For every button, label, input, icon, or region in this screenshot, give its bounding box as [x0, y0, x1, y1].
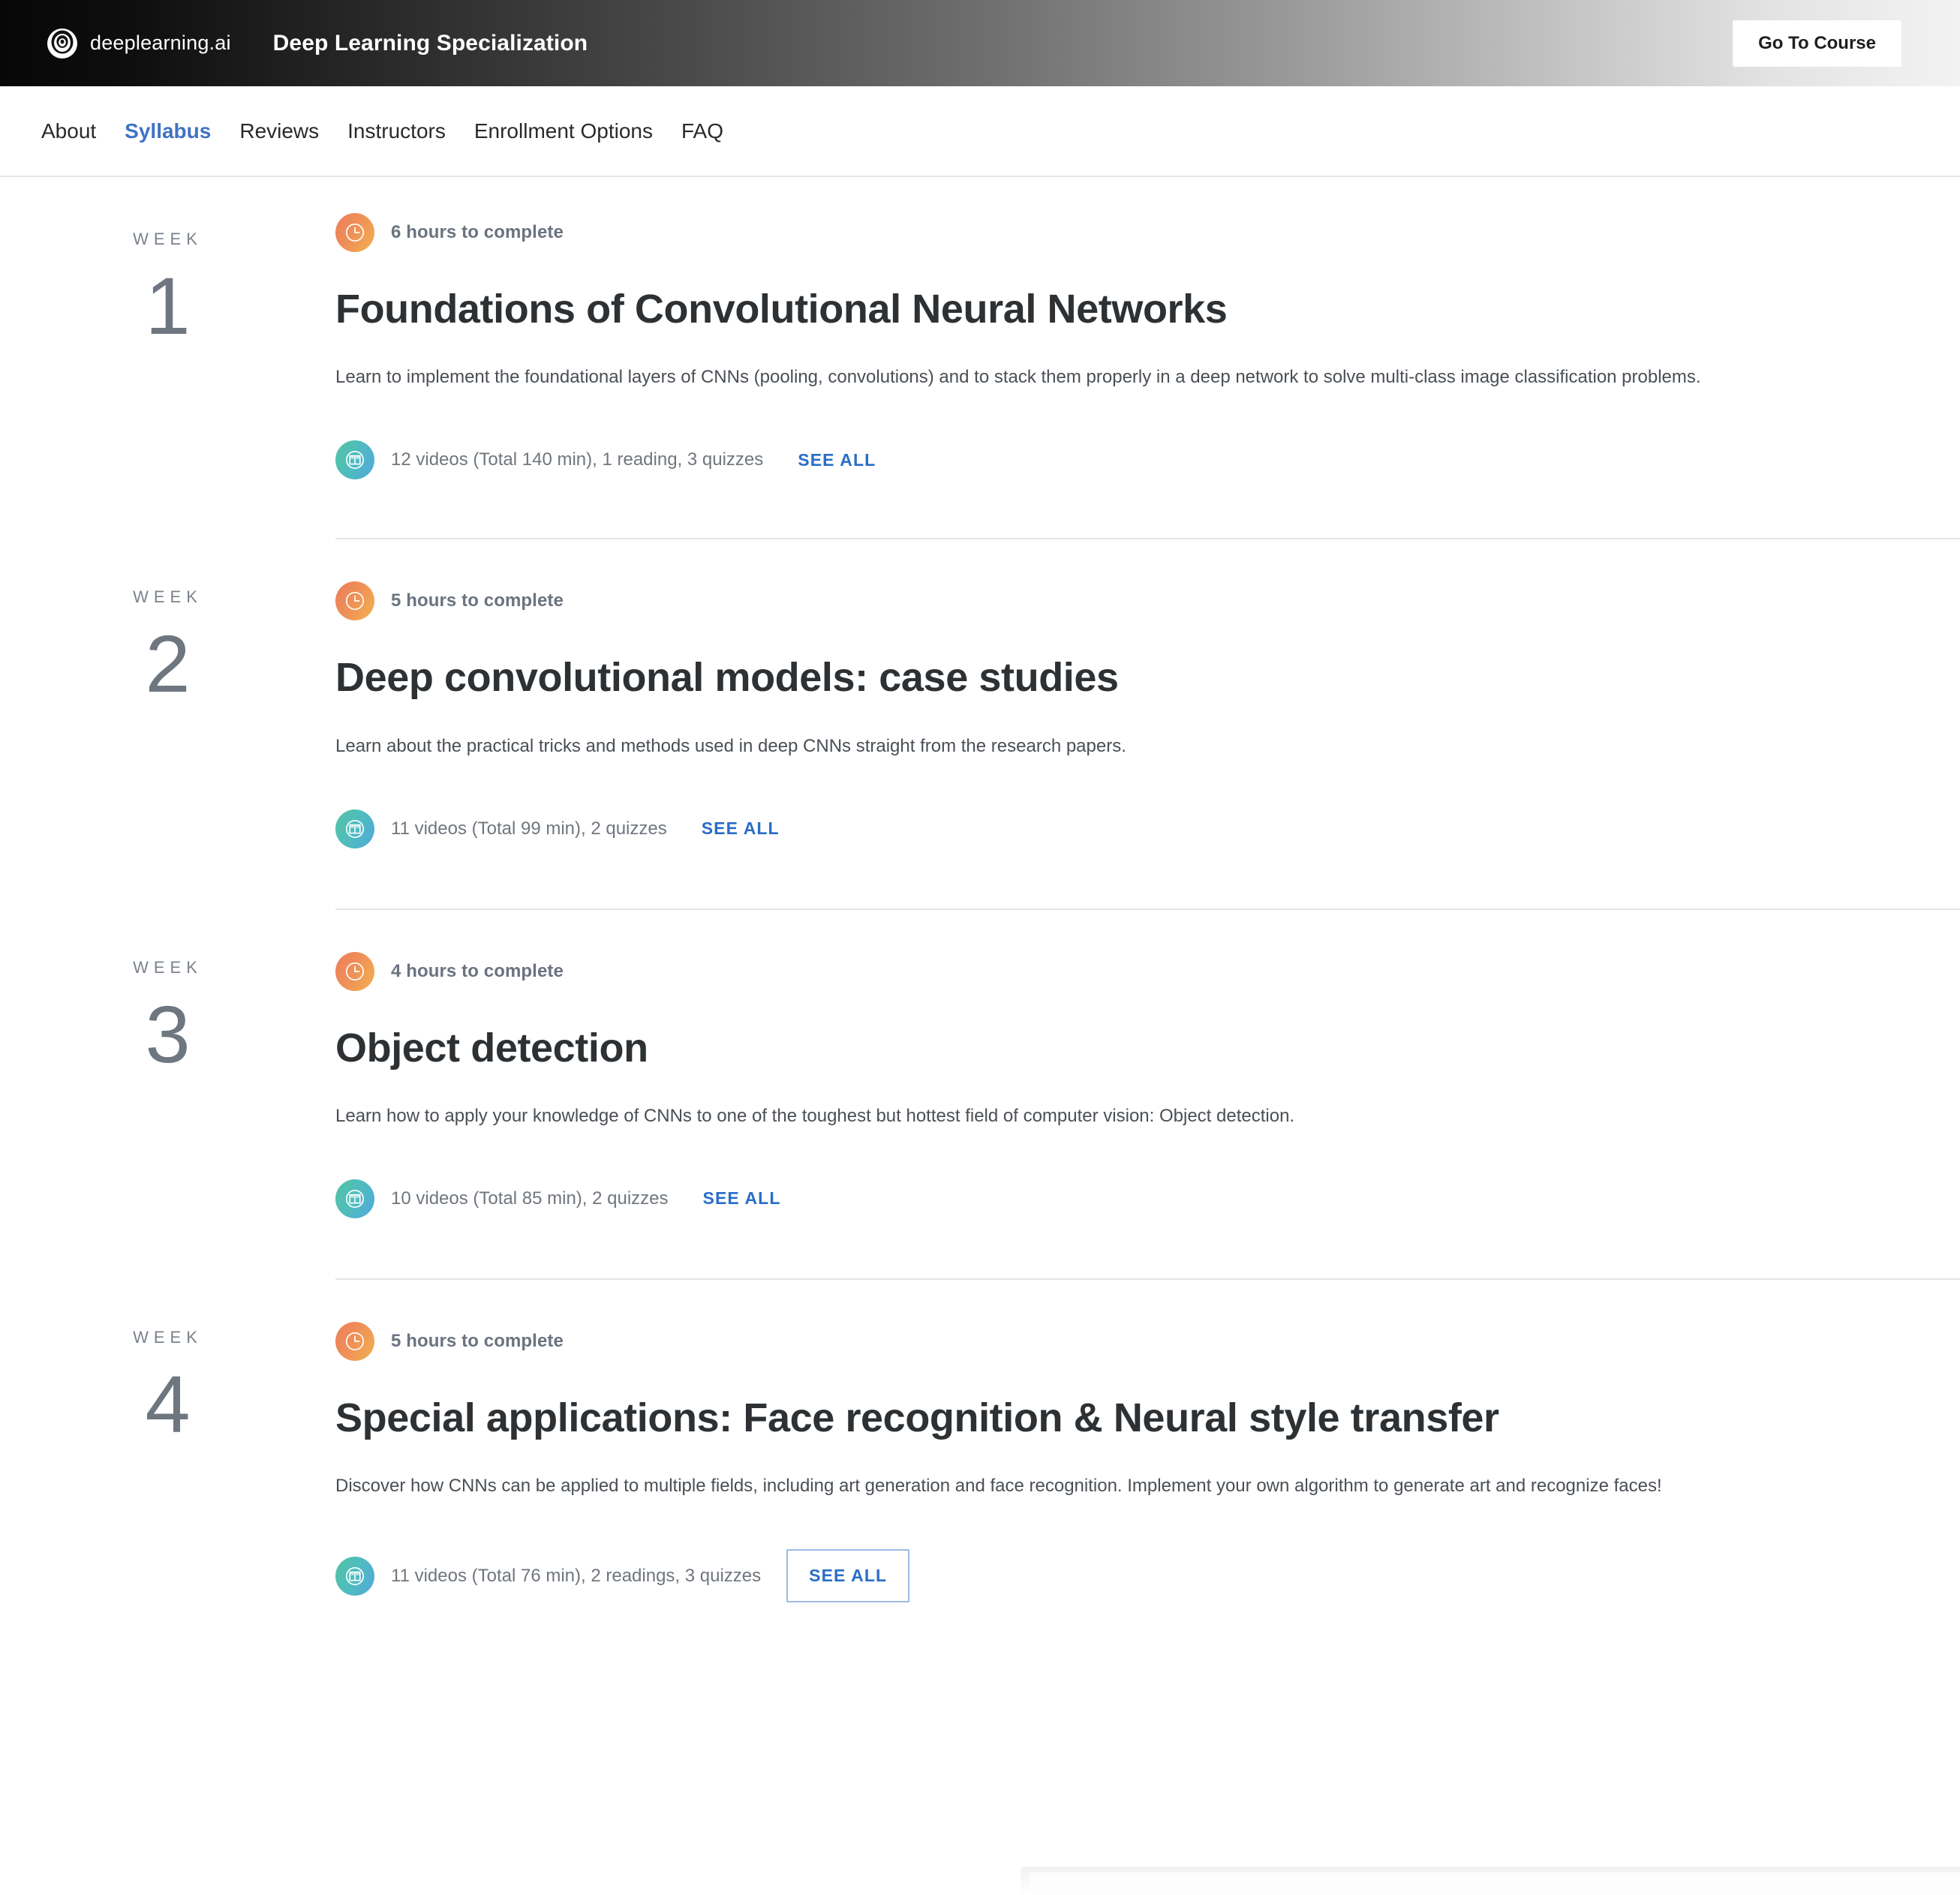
see-all-button[interactable]: SEE ALL — [798, 450, 876, 470]
week-number: 3 — [145, 988, 191, 1080]
week-duration-text: 5 hours to complete — [391, 1330, 564, 1351]
book-icon — [335, 809, 374, 848]
week-title: Foundations of Convolutional Neural Netw… — [335, 287, 1228, 332]
week-description: Learn about the practical tricks and met… — [335, 735, 1126, 756]
week-content-row: 10 videos (Total 85 min), 2 quizzes SEE A… — [335, 1179, 1901, 1218]
week-content-row: 11 videos (Total 76 min), 2 readings, 3 … — [335, 1549, 1901, 1603]
week-marker: WEEK 3 — [0, 908, 335, 1278]
book-icon — [335, 1556, 374, 1596]
brand-name: deeplearning.ai — [90, 32, 231, 54]
week-content-summary: 10 videos (Total 85 min), 2 quizzes — [391, 1188, 669, 1209]
nav-item-syllabus[interactable]: Syllabus — [110, 119, 225, 143]
week-content-summary: 11 videos (Total 76 min), 2 readings, 3 … — [391, 1565, 762, 1586]
week-duration-text: 6 hours to complete — [391, 222, 564, 242]
nav-item-about[interactable]: About — [27, 119, 110, 143]
week-content-row: 12 videos (Total 140 min), 1 reading, 3 … — [335, 440, 1901, 480]
week-title: Object detection — [335, 1025, 648, 1071]
week-section: WEEK 2 5 hours to complete Deep convolution… — [0, 538, 1960, 908]
week-duration-row: 5 hours to complete — [335, 581, 1901, 621]
deeplearning-ai-logo-icon — [47, 28, 78, 59]
week-description: Discover how CNNs can be applied to mult… — [335, 1476, 1662, 1497]
week-content: 4 hours to complete Object detection Learn… — [335, 908, 1960, 1278]
brand-lockup: deeplearning.ai — [47, 28, 231, 59]
page-bottom-edge — [1021, 1866, 1960, 1895]
page-title: Deep Learning Specialization — [272, 30, 588, 56]
week-marker: WEEK 4 — [0, 1278, 335, 1662]
week-content-row: 11 videos (Total 99 min), 2 quizzes SEE A… — [335, 809, 1901, 848]
week-content-summary: 11 videos (Total 99 min), 2 quizzes — [391, 818, 667, 839]
week-section: WEEK 4 5 hours to complete Special applicat… — [0, 1278, 1960, 1662]
week-label: WEEK — [133, 587, 203, 607]
clock-icon — [335, 951, 374, 991]
week-content: 5 hours to complete Special applications:… — [335, 1278, 1960, 1662]
see-all-button[interactable]: SEE ALL — [702, 818, 780, 839]
week-content-inner: 5 hours to complete Deep convolutional mo… — [335, 539, 1901, 908]
go-to-course-button[interactable]: Go To Course — [1733, 20, 1901, 67]
week-content-inner: 5 hours to complete Special applications:… — [335, 1280, 1901, 1662]
course-banner: deeplearning.ai Deep Learning Specializa… — [0, 0, 1960, 86]
week-content: 6 hours to complete Foundations of Convol… — [335, 177, 1960, 538]
see-all-button[interactable]: SEE ALL — [703, 1188, 781, 1209]
nav-item-enrollment-options[interactable]: Enrollment Options — [460, 119, 667, 143]
week-duration-text: 4 hours to complete — [391, 960, 564, 981]
clock-icon — [335, 1321, 374, 1361]
week-label: WEEK — [133, 957, 203, 977]
week-number: 1 — [145, 260, 191, 351]
clock-icon — [335, 581, 374, 621]
week-section: WEEK 1 6 hours to complete Foundations of C… — [0, 177, 1960, 538]
week-label: WEEK — [133, 1327, 203, 1347]
week-duration-row: 4 hours to complete — [335, 951, 1901, 991]
week-number: 4 — [145, 1358, 191, 1449]
week-content: 5 hours to complete Deep convolutional mo… — [335, 538, 1960, 908]
syllabus-list: WEEK 1 6 hours to complete Foundations of C… — [0, 177, 1960, 1663]
week-description: Learn to implement the foundational laye… — [335, 367, 1701, 388]
week-title: Deep convolutional models: case studies — [335, 655, 1119, 701]
book-icon — [335, 440, 374, 480]
week-label: WEEK — [133, 230, 203, 248]
week-description: Learn how to apply your knowledge of CNN… — [335, 1106, 1295, 1126]
week-marker: WEEK 1 — [0, 177, 335, 538]
nav-item-reviews[interactable]: Reviews — [225, 119, 333, 143]
nav-item-faq[interactable]: FAQ — [667, 119, 738, 143]
nav-item-instructors[interactable]: Instructors — [333, 119, 460, 143]
week-content-summary: 12 videos (Total 140 min), 1 reading, 3 … — [391, 449, 764, 470]
week-duration-row: 6 hours to complete — [335, 213, 1901, 252]
week-number: 2 — [145, 618, 191, 710]
week-content-inner: 4 hours to complete Object detection Learn… — [335, 910, 1901, 1278]
week-marker: WEEK 2 — [0, 538, 335, 908]
page-bottom-surface — [1030, 1872, 1960, 1895]
see-all-button[interactable]: SEE ALL — [786, 1549, 910, 1603]
week-title: Special applications: Face recognition &… — [335, 1395, 1499, 1440]
clock-icon — [335, 213, 374, 252]
week-duration-text: 5 hours to complete — [391, 590, 564, 611]
week-content-inner: 6 hours to complete Foundations of Convol… — [335, 177, 1901, 538]
book-icon — [335, 1179, 374, 1218]
week-section: WEEK 3 4 hours to complete Object detection… — [0, 908, 1960, 1278]
course-nav: About Syllabus Reviews Instructors Enrollmen… — [0, 86, 1960, 177]
week-duration-row: 5 hours to complete — [335, 1321, 1901, 1361]
